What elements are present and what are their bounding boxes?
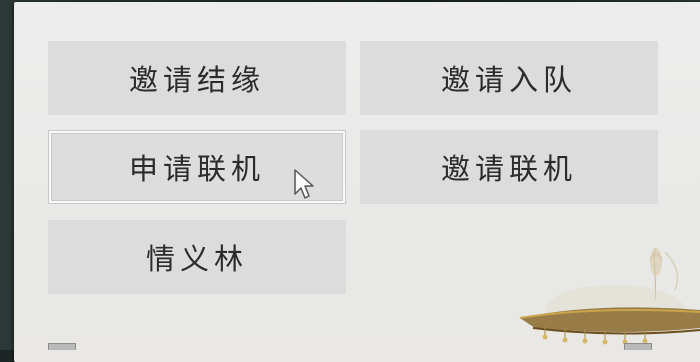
invite-bond-button[interactable]: 邀请结缘 [48,41,346,115]
invite-coop-button[interactable]: 邀请联机 [360,130,658,204]
boat-decoration-icon [519,247,700,345]
right-corner-tab [624,343,652,350]
invite-team-button[interactable]: 邀请入队 [360,41,658,115]
friendship-grove-button[interactable]: 情义林 [48,220,346,294]
mouse-cursor-icon [294,169,314,199]
left-corner-tab [48,343,76,350]
